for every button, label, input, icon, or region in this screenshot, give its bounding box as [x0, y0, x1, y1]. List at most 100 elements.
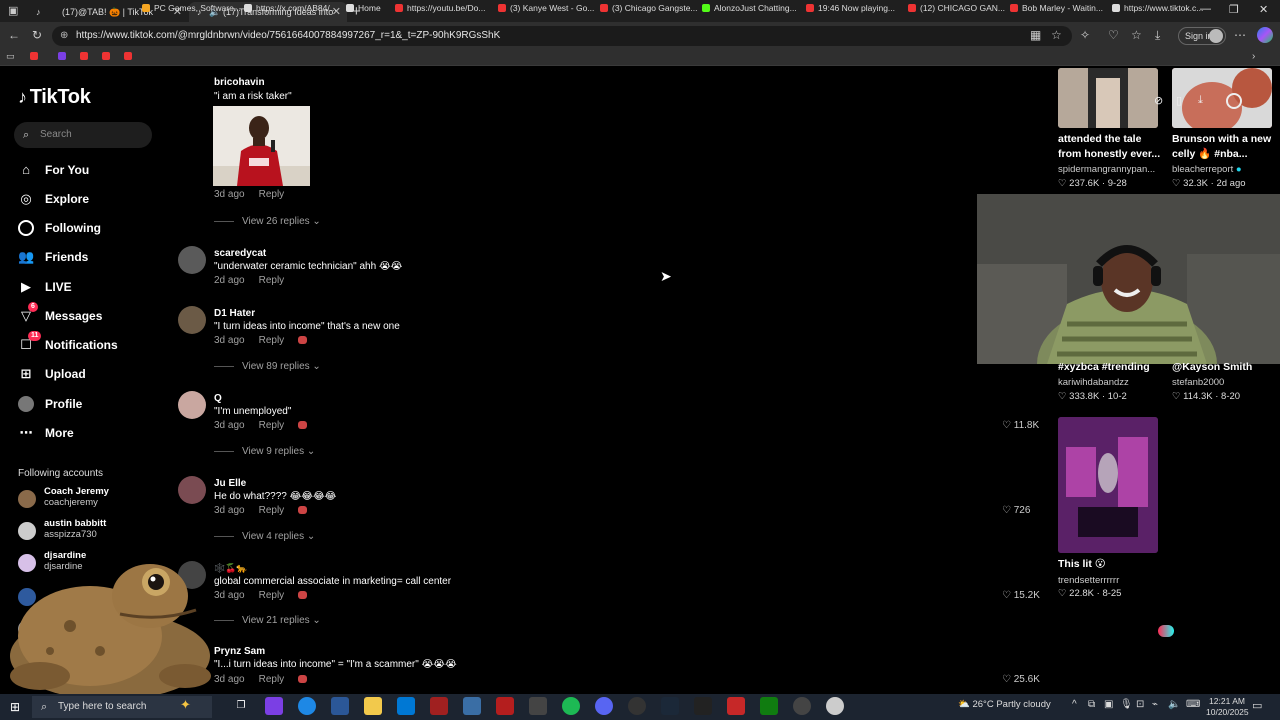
nav-upload[interactable]: ⊞ Upload — [18, 364, 86, 384]
spotify-icon[interactable] — [562, 697, 580, 715]
bookmark-item[interactable]: (3) Kanye West - Go... — [498, 1, 594, 15]
video-author[interactable]: spidermangrannypan... — [1058, 164, 1155, 175]
network-icon[interactable]: ⌁ — [1152, 699, 1158, 710]
comment-username[interactable]: Q — [214, 393, 222, 404]
comment-like-button[interactable]: ♡ 15.2K — [1002, 590, 1040, 601]
tiktok-logo[interactable]: ♪ TikTok — [18, 86, 91, 109]
copilot-app-icon[interactable] — [265, 697, 283, 715]
following-account[interactable]: Coach Jeremy coachjeremy — [18, 486, 109, 512]
search-input[interactable]: ⌕ Search — [14, 122, 152, 148]
avatar[interactable] — [178, 476, 206, 504]
video-author[interactable]: stefanb2000 — [1172, 377, 1224, 388]
favorite-star-icon[interactable]: ☆ — [1051, 28, 1062, 42]
bookmark-item[interactable]: https://x.com/AB84/... — [244, 1, 337, 15]
phone-icon[interactable]: ▯ — [1176, 94, 1182, 107]
reply-button[interactable]: Reply — [259, 674, 285, 685]
extensions-icon[interactable]: ✧ — [1080, 28, 1090, 42]
bookmark-item[interactable]: (12) CHICAGO GAN... — [908, 1, 1005, 15]
nav-explore[interactable]: ◎ Explore — [18, 189, 89, 209]
windows-start-icon[interactable]: ⊞ — [10, 700, 20, 714]
avatar[interactable] — [178, 246, 206, 274]
app-icon[interactable] — [727, 697, 745, 715]
xbox-icon[interactable] — [760, 697, 778, 715]
youtube-icon[interactable] — [124, 52, 132, 60]
bookmark-item[interactable]: PC Games, Software... — [142, 1, 241, 15]
taskbar-clock[interactable]: 12:21 AM 10/20/2025 — [1206, 696, 1249, 718]
tray-icon[interactable]: ▣ — [1104, 699, 1113, 710]
bookmark-item[interactable]: 19:46 Now playing... — [806, 1, 895, 15]
video-caption[interactable]: Brunson with a new celly 🔥 #nba... — [1172, 132, 1271, 162]
app-icon[interactable] — [694, 697, 712, 715]
app-icon[interactable] — [463, 697, 481, 715]
video-caption[interactable]: attended the tale from honestly ever... — [1058, 132, 1160, 162]
app-icon[interactable] — [529, 697, 547, 715]
back-icon[interactable]: ← — [8, 28, 20, 42]
comment-username[interactable]: Ju Elle — [214, 478, 246, 489]
tray-chevron-icon[interactable]: ^ — [1072, 699, 1077, 710]
video-caption[interactable]: @Kayson Smith — [1172, 360, 1252, 375]
video-thumbnail[interactable] — [1058, 68, 1158, 128]
video-caption[interactable]: #xyzbca #trending — [1058, 360, 1150, 375]
chevron-right-icon[interactable]: › — [1252, 51, 1255, 62]
bookmark-item[interactable]: Home — [346, 1, 381, 15]
game-icon[interactable] — [496, 697, 514, 715]
comment-like-button[interactable]: ♡ 25.6K — [1002, 674, 1040, 685]
bookmark-item[interactable]: (3) Chicago Gangste... — [600, 1, 698, 15]
downloads-icon[interactable]: ⤓ — [1155, 28, 1160, 43]
video-author[interactable]: bleacherreport ● — [1172, 164, 1242, 175]
comment-username[interactable]: bricohavin — [214, 77, 265, 88]
sign-in-button[interactable]: Sign in — [1178, 27, 1226, 45]
nav-messages[interactable]: ▽ 6 Messages — [18, 302, 102, 326]
bookmark-item[interactable]: https://youtu.be/Do... — [395, 1, 485, 15]
site-info-icon[interactable]: ⊕ — [60, 26, 68, 46]
bookmark-item[interactable]: Bob Marley - Waitin... — [1010, 1, 1103, 15]
window-close-icon[interactable]: ✕ — [1259, 3, 1268, 16]
tray-icon[interactable]: ⧉ — [1088, 699, 1095, 710]
nav-notifications[interactable]: ☐ 11 Notifications — [18, 331, 118, 355]
maximize-icon[interactable]: ❐ — [1229, 3, 1239, 16]
download-icon[interactable]: ⤓ — [1198, 94, 1203, 107]
task-view-icon[interactable]: ❐ — [232, 697, 250, 715]
weather-widget[interactable]: ⛅ 26°C Partly cloudy — [958, 699, 1051, 710]
nav-for-you[interactable]: ⌂ For You — [18, 160, 89, 180]
settings-more-icon[interactable]: ⋯ — [1234, 28, 1246, 42]
tray-icon[interactable]: ⊡ — [1136, 699, 1144, 710]
app-available-icon[interactable]: ▦ — [1030, 28, 1041, 42]
edge-icon[interactable] — [298, 697, 316, 715]
reply-button[interactable]: Reply — [259, 335, 285, 346]
reply-button[interactable]: Reply — [259, 590, 285, 601]
favorites-icon[interactable]: ☆ — [1131, 28, 1142, 42]
reply-button[interactable]: Reply — [259, 189, 285, 200]
language-icon[interactable]: ⌨ — [1186, 699, 1200, 710]
notifications-center-icon[interactable]: ▭ — [1252, 699, 1262, 712]
comment-username[interactable]: D1 Hater — [214, 308, 255, 319]
reply-button[interactable]: Reply — [259, 420, 285, 431]
bookmarks-menu-icon[interactable]: ▭ — [6, 51, 15, 62]
tab-actions-icon[interactable]: ▣ — [8, 4, 18, 17]
copilot-icon[interactable] — [1257, 27, 1273, 43]
reply-button[interactable]: Reply — [259, 275, 285, 286]
view-replies-button[interactable]: View 26 replies ⌄ — [214, 216, 321, 227]
pip-icon[interactable]: ⊘ — [1154, 94, 1163, 107]
address-bar[interactable]: ⊕ https://www.tiktok.com/@mrgldnbrwn/vid… — [52, 26, 1072, 46]
comment-photo[interactable] — [213, 106, 310, 186]
app-icon[interactable] — [793, 697, 811, 715]
view-replies-button[interactable]: View 21 replies ⌄ — [214, 615, 321, 626]
video-caption[interactable]: This lit 😮 — [1058, 557, 1106, 572]
comment-like-button[interactable]: ♡ 11.8K — [1002, 420, 1039, 431]
youtube-icon[interactable] — [30, 52, 38, 60]
video-thumbnail[interactable] — [1058, 417, 1158, 553]
microphone-icon[interactable]: 🎙 — [1120, 699, 1133, 710]
youtube-icon[interactable] — [80, 52, 88, 60]
nav-friends[interactable]: 👥 Friends — [18, 247, 88, 267]
view-replies-button[interactable]: View 9 replies ⌄ — [214, 446, 315, 457]
following-account[interactable]: austin babbitt asspizza730 — [18, 518, 106, 544]
refresh-icon[interactable]: ↻ — [32, 28, 42, 42]
game-icon[interactable] — [430, 697, 448, 715]
outlook-icon[interactable] — [397, 697, 415, 715]
view-replies-button[interactable]: View 89 replies ⌄ — [214, 361, 321, 372]
discord-icon[interactable] — [595, 697, 613, 715]
file-explorer-icon[interactable] — [364, 697, 382, 715]
comment-like-button[interactable]: ♡ 726 — [1002, 505, 1030, 516]
nav-more[interactable]: ⋯ More — [18, 423, 74, 443]
